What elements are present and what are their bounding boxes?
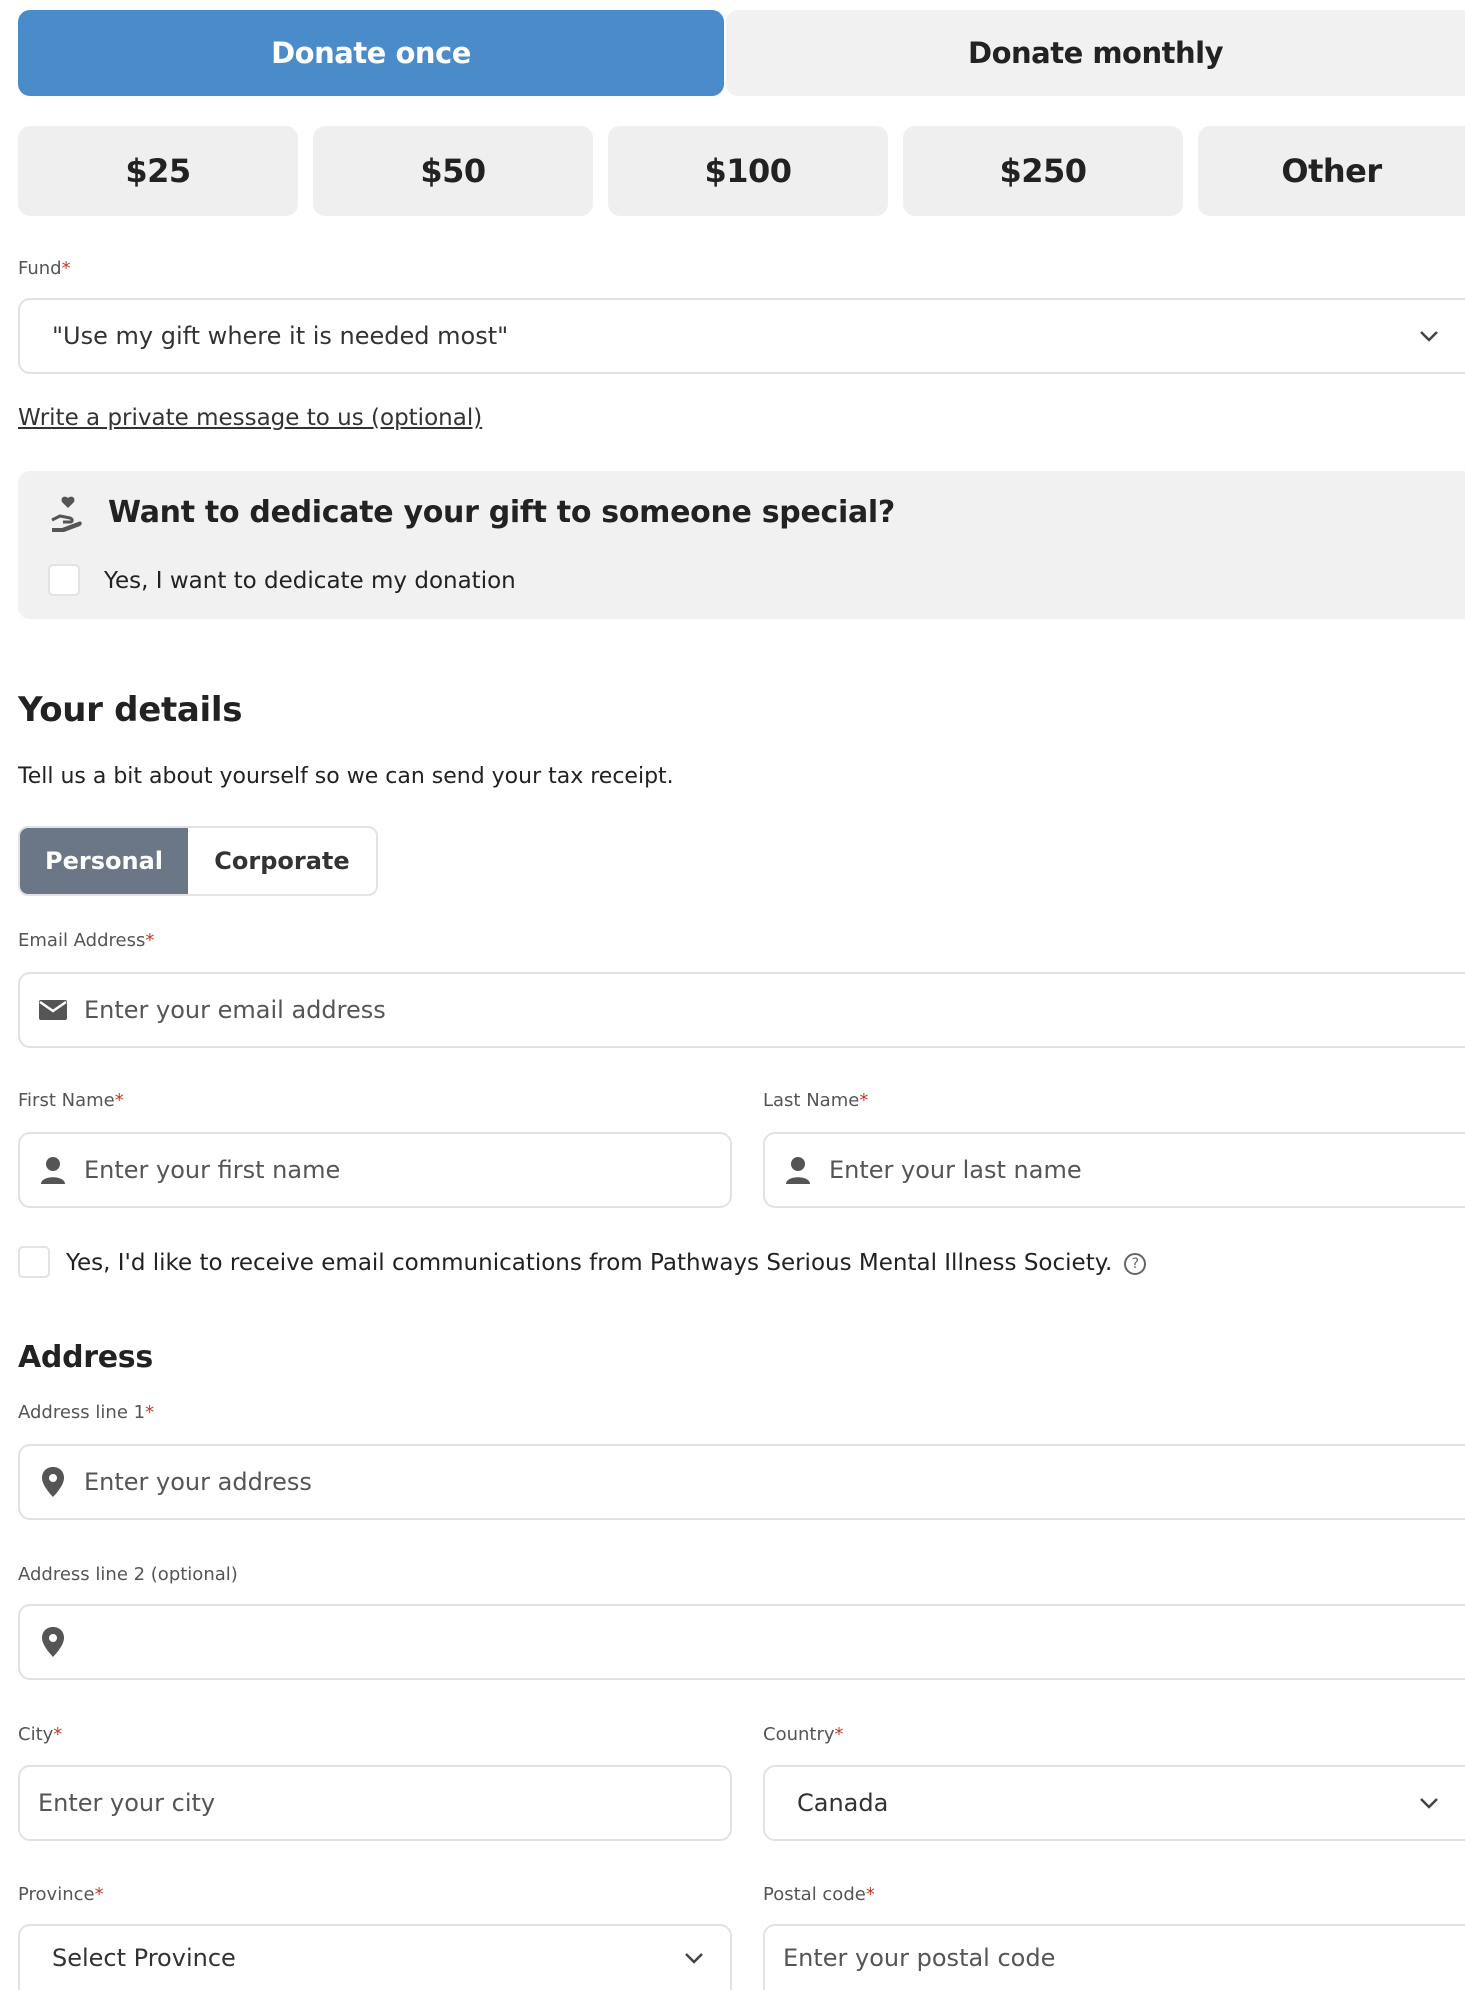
address-heading: Address (18, 1340, 153, 1375)
amount-button-250[interactable]: $250 (903, 126, 1183, 216)
hand-heart-icon (51, 496, 82, 532)
amount-button-50[interactable]: $50 (313, 126, 593, 216)
postal-code-placeholder: Enter your postal code (783, 1944, 1056, 1972)
address-line1-label: Address line 1* (18, 1402, 155, 1423)
country-select[interactable]: Canada (763, 1765, 1465, 1841)
chevron-down-icon (685, 1953, 703, 1964)
fund-select[interactable]: "Use my gift where it is needed most" (18, 298, 1465, 374)
last-name-field[interactable]: Enter your last name (763, 1132, 1465, 1208)
your-details-heading: Your details (18, 690, 243, 730)
amount-button-100[interactable]: $100 (608, 126, 888, 216)
private-message-link[interactable]: Write a private message to us (optional) (18, 405, 482, 431)
province-select-value: Select Province (52, 1944, 236, 1972)
province-label: Province* (18, 1884, 104, 1905)
country-label: Country* (763, 1724, 844, 1745)
email-comms-checkbox[interactable] (18, 1246, 50, 1278)
amount-button-other[interactable]: Other (1198, 126, 1465, 216)
email-placeholder: Enter your email address (84, 996, 386, 1024)
dedicate-panel (18, 471, 1465, 619)
address-line2-label: Address line 2 (optional) (18, 1564, 238, 1585)
postal-code-field[interactable]: Enter your postal code (763, 1924, 1465, 1990)
address-line1-placeholder: Enter your address (84, 1468, 312, 1496)
last-name-label: Last Name* (763, 1090, 869, 1111)
first-name-placeholder: Enter your first name (84, 1156, 341, 1184)
email-field[interactable]: Enter your email address (18, 972, 1465, 1048)
email-label: Email Address* (18, 930, 155, 951)
first-name-label: First Name* (18, 1090, 124, 1111)
last-name-placeholder: Enter your last name (829, 1156, 1082, 1184)
dedicate-checkbox-label: Yes, I want to dedicate my donation (104, 568, 516, 594)
first-name-field[interactable]: Enter your first name (18, 1132, 732, 1208)
country-select-value: Canada (797, 1789, 889, 1817)
map-pin-icon (36, 1465, 70, 1499)
corporate-tab[interactable]: Corporate (188, 828, 376, 894)
city-field[interactable]: Enter your city (18, 1765, 732, 1841)
email-comms-label: Yes, I'd like to receive email communica… (66, 1250, 1147, 1276)
dedicate-title: Want to dedicate your gift to someone sp… (108, 495, 896, 530)
fund-label: Fund* (18, 258, 71, 279)
donor-type-toggle: Personal Corporate (18, 826, 378, 896)
person-icon (36, 1153, 70, 1187)
fund-select-value: "Use my gift where it is needed most" (52, 322, 509, 350)
amount-button-25[interactable]: $25 (18, 126, 298, 216)
envelope-icon (36, 993, 70, 1027)
chevron-down-icon (1420, 1798, 1438, 1809)
address-line1-field[interactable]: Enter your address (18, 1444, 1465, 1520)
postal-code-label: Postal code* (763, 1884, 875, 1905)
personal-tab[interactable]: Personal (20, 828, 188, 894)
person-icon (781, 1153, 815, 1187)
help-icon[interactable]: ? (1124, 1252, 1147, 1275)
city-placeholder: Enter your city (38, 1789, 216, 1817)
chevron-down-icon (1420, 331, 1438, 342)
donate-once-button[interactable]: Donate once (18, 10, 724, 96)
donate-monthly-button[interactable]: Donate monthly (726, 10, 1465, 96)
your-details-subtext: Tell us a bit about yourself so we can s… (18, 764, 674, 789)
dedicate-checkbox[interactable] (48, 564, 80, 596)
city-label: City* (18, 1724, 63, 1745)
address-line2-field[interactable] (18, 1604, 1465, 1680)
province-select[interactable]: Select Province (18, 1924, 732, 1990)
map-pin-icon (36, 1625, 70, 1659)
